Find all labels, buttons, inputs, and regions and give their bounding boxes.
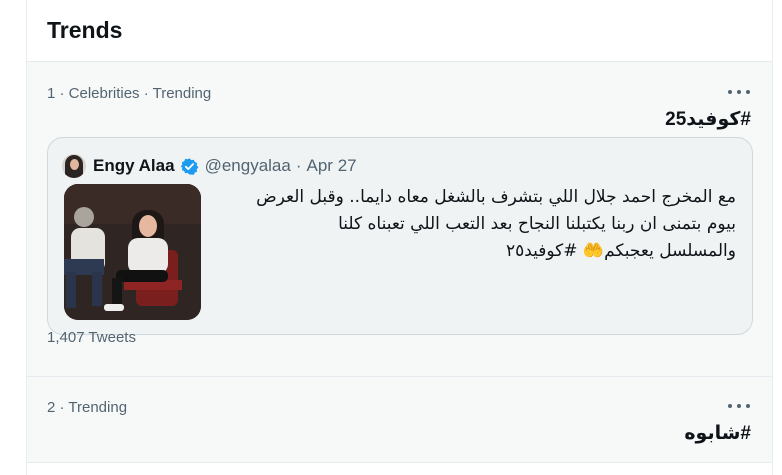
panel-title: Trends [47,17,123,43]
trend-meta: 2 · Trending [47,399,128,416]
trends-panel: Trends 1 · Celebrities · Trending #كوفيد… [26,0,773,475]
more-icon[interactable] [728,399,750,413]
author-name[interactable]: Engy Alaa [93,156,175,176]
tweet-text-line: بيوم بتمنى ان ربنا يكتبلنا النجاح بعد ال… [338,214,736,234]
trend-meta: 1 · Celebrities · Trending [47,85,212,102]
tweet-text: مع المخرج احمد جلال اللي بتشرف بالشغل مع… [196,184,736,265]
tweet-text-line: والمسلسل يعجبكم🤲 #كوفيد٢٥ [505,241,736,261]
verified-badge-icon [180,157,198,175]
trend-item-2[interactable]: 2 · Trending #شابوه [27,377,772,463]
tweet-count: 1,407 Tweets [47,329,136,346]
tweet-date[interactable]: Apr 27 [307,156,357,176]
embedded-tweet[interactable]: Engy Alaa @engyalaa · Apr 27 مع المخرج ا… [47,137,753,335]
trend-hashtag[interactable]: #شابوه [684,422,751,445]
trends-header: Trends [27,0,772,62]
more-icon[interactable] [728,85,750,99]
author-handle[interactable]: @engyalaa [205,156,291,176]
trend-hashtag[interactable]: #كوفيد25 [665,108,751,131]
tweet-photo[interactable] [64,184,201,320]
tweet-text-line: مع المخرج احمد جلال اللي بتشرف بالشغل مع… [256,187,736,207]
next-trend-edge [27,463,772,475]
separator-dot: · [295,156,302,175]
avatar[interactable] [62,154,86,178]
tweet-author: Engy Alaa @engyalaa · Apr 27 [62,154,357,178]
trend-item-1[interactable]: 1 · Celebrities · Trending #كوفيد25 Engy… [27,62,772,377]
